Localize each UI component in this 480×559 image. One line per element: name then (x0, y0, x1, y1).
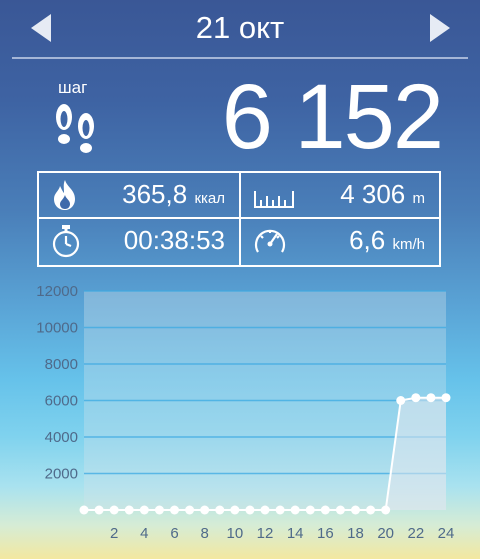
y-tick-label-12000: 12000 (36, 283, 78, 300)
data-point-8 (200, 505, 210, 515)
stopwatch-icon (52, 225, 80, 258)
data-point-16 (320, 505, 330, 515)
y-tick-label-2000: 2000 (45, 466, 78, 483)
speedometer-icon (254, 229, 286, 253)
y-tick-label-8000: 8000 (45, 356, 78, 373)
speed-value: 6,6 km/h (349, 225, 425, 255)
calories-value: 365,8 ккал (122, 179, 225, 209)
x-tick-label-22: 22 (407, 525, 424, 542)
data-point-0 (79, 505, 89, 515)
x-tick-label-16: 16 (317, 525, 334, 542)
next-day-arrow-icon[interactable] (430, 14, 450, 42)
x-tick-label-18: 18 (347, 525, 364, 542)
steps-chart: 20004000600080001000012000 2 4 6 8 10 12 14 16 1… (36, 283, 454, 542)
data-point-14 (290, 505, 300, 515)
data-point-22 (411, 393, 421, 403)
data-point-13 (275, 505, 285, 515)
footprints-icon (56, 104, 94, 153)
stats-panel: 365,8 ккал 4 306 m 00:38:53 6,6 km/h (37, 171, 441, 267)
x-tick-label-6: 6 (170, 525, 178, 542)
date-header: 21 окт (0, 0, 480, 58)
data-point-12 (260, 505, 270, 515)
x-axis-ticks: 2 4 6 8 10 12 14 16 18 20 22 24 (110, 525, 454, 542)
steps-label: шаг (58, 78, 88, 97)
data-point-17 (335, 505, 345, 515)
flame-icon (54, 180, 75, 210)
x-tick-label-2: 2 (110, 525, 118, 542)
x-tick-label-24: 24 (438, 525, 455, 542)
date-title: 21 окт (195, 10, 285, 45)
x-tick-label-10: 10 (226, 525, 243, 542)
ruler-icon (254, 191, 294, 208)
x-tick-label-14: 14 (287, 525, 304, 542)
data-point-4 (139, 505, 149, 515)
distance-value: 4 306 m (340, 179, 425, 209)
data-point-10 (230, 505, 240, 515)
data-point-9 (215, 505, 225, 515)
duration-cell: 00:38:53 (39, 219, 239, 263)
data-point-2 (109, 505, 119, 515)
x-tick-label-4: 4 (140, 525, 148, 542)
data-point-20 (381, 505, 391, 515)
data-point-7 (185, 505, 195, 515)
data-point-6 (170, 505, 179, 515)
data-point-21 (396, 396, 406, 405)
calories-cell: 365,8 ккал (39, 173, 239, 217)
data-point-5 (154, 505, 164, 515)
data-point-15 (305, 505, 315, 515)
x-tick-label-8: 8 (200, 525, 208, 542)
header-divider (12, 57, 468, 59)
y-tick-label-10000: 10000 (36, 320, 78, 337)
data-point-11 (245, 505, 255, 515)
y-tick-label-6000: 6000 (45, 393, 78, 410)
x-tick-label-12: 12 (257, 525, 274, 542)
data-point-3 (124, 505, 134, 515)
distance-cell: 4 306 m (241, 173, 439, 217)
duration-value: 00:38:53 (123, 225, 225, 255)
data-point-24 (441, 393, 451, 403)
data-point-19 (366, 505, 376, 515)
steps-count: 6 152 (221, 66, 444, 168)
speed-cell: 6,6 km/h (241, 219, 439, 263)
x-tick-label-20: 20 (377, 525, 394, 542)
y-axis-ticks: 2000 4000 6000 8000 10000 12000 (36, 283, 78, 483)
data-point-1 (94, 505, 104, 515)
y-tick-label-4000: 4000 (45, 429, 78, 446)
data-point-23 (426, 393, 436, 403)
data-point-18 (351, 505, 360, 515)
